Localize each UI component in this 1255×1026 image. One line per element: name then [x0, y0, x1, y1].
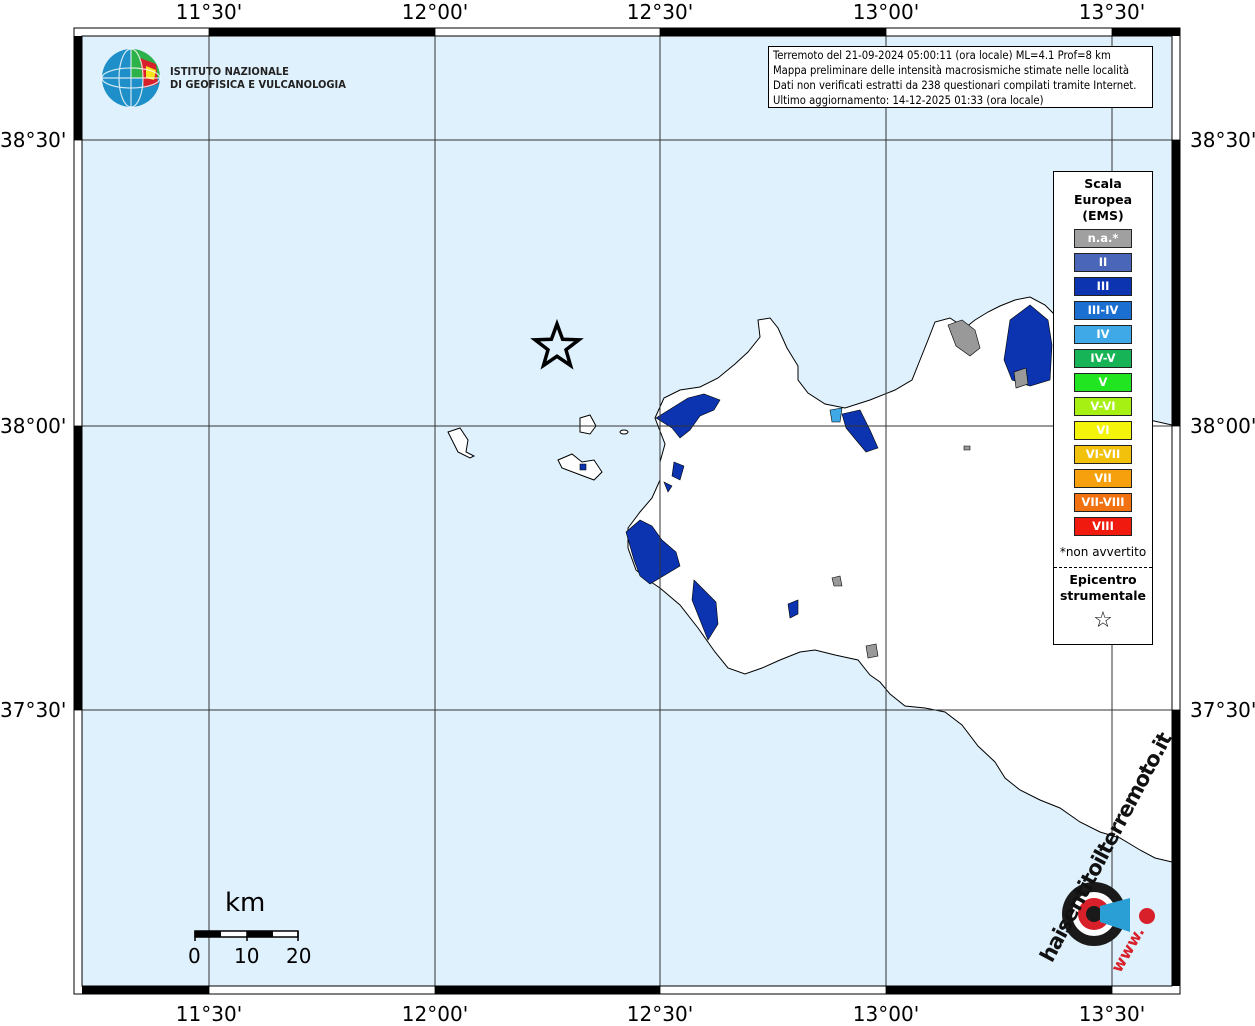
- legend-swatch-n-a: n.a.*: [1074, 229, 1132, 248]
- scale-unit: km: [225, 888, 266, 918]
- scale-label-10: 10: [234, 944, 260, 968]
- lat-tick-right-3: 37°30': [1190, 698, 1255, 722]
- legend-divider: [1054, 567, 1152, 568]
- legend-star-icon: ☆: [1093, 608, 1113, 633]
- legend-title-line-2: Europea: [1073, 192, 1133, 207]
- lat-tick-right-1: 38°30': [1190, 128, 1255, 152]
- legend-swatch-vii-viii: VII-VIII: [1074, 493, 1132, 512]
- lat-tick-left-3: 37°30': [0, 698, 67, 722]
- islet: [619, 429, 629, 435]
- legend-swatch-v: V: [1074, 373, 1132, 392]
- lon-tick-top-4: 13°00': [852, 0, 920, 24]
- legend-swatch-vi: VI: [1074, 421, 1132, 440]
- ems-legend: Scala Europea (EMS) n.a.* II III III-IV IV IV…: [1053, 171, 1153, 645]
- lon-tick-top-5: 13°30': [1078, 0, 1146, 24]
- event-info-box: Terremoto del 21-09-2024 05:00:11 (ora l…: [768, 46, 1153, 108]
- ingv-logo-text: ISTITUTO NAZIONALE DI GEOFISICA E VULCAN…: [170, 65, 346, 91]
- epicenter-label: Epicentro strumentale: [1054, 572, 1152, 604]
- lon-tick-bottom-5: 13°30': [1078, 1002, 1146, 1026]
- legend-swatch-v-vi: V-VI: [1074, 397, 1132, 416]
- event-info-line-1: Terremoto del 21-09-2024 05:00:11 (ora l…: [773, 49, 1111, 62]
- lon-tick-bottom-1: 11°30': [175, 1002, 243, 1026]
- legend-swatch-viii: VIII: [1074, 517, 1132, 536]
- ingv-logo-line-2: DI GEOFISICA E VULCANOLOGIA: [170, 78, 346, 91]
- scale-label-20: 20: [286, 944, 312, 968]
- lon-tick-top-2: 12°00': [401, 0, 469, 24]
- lat-tick-right-2: 38°00': [1190, 414, 1255, 438]
- legend-swatch-ii: II: [1074, 253, 1132, 272]
- lat-tick-left-2: 38°00': [0, 414, 67, 438]
- lon-tick-bottom-2: 12°00': [401, 1002, 469, 1026]
- legend-swatch-iii-iv: III-IV: [1074, 301, 1132, 320]
- ingv-logo-icon: [101, 48, 161, 108]
- event-info-line-4: Ultimo aggiornamento: 14-12-2025 01:33 (…: [773, 94, 1044, 107]
- legend-title-line-3: (EMS): [1082, 208, 1124, 223]
- lat-tick-left-1: 38°30': [0, 128, 67, 152]
- event-info-line-3: Dati non verificati estratti da 238 ques…: [773, 79, 1137, 92]
- legend-swatch-vii: VII: [1074, 469, 1132, 488]
- lon-tick-bottom-3: 12°30': [626, 1002, 694, 1026]
- lon-tick-top-3: 12°30': [626, 0, 694, 24]
- legend-swatch-iv: IV: [1074, 325, 1132, 344]
- legend-title-line-1: Scala: [1084, 176, 1122, 191]
- epicenter-label-line-2: strumentale: [1059, 588, 1147, 603]
- lon-tick-top-1: 11°30': [175, 0, 243, 24]
- legend-swatch-iv-v: IV-V: [1074, 349, 1132, 368]
- legend-swatch-iii: III: [1074, 277, 1132, 296]
- legend-title: Scala Europea (EMS): [1054, 176, 1152, 224]
- scale-label-0: 0: [188, 944, 201, 968]
- event-info-line-2: Mappa preliminare delle intensità macros…: [773, 64, 1130, 77]
- legend-footnote: *non avvertito: [1059, 545, 1147, 559]
- ingv-logo-line-1: ISTITUTO NAZIONALE: [170, 65, 289, 78]
- legend-swatch-vi-vii: VI-VII: [1074, 445, 1132, 464]
- lon-tick-bottom-4: 13°00': [852, 1002, 920, 1026]
- intensity-iv-area: [829, 407, 843, 423]
- epicenter-label-line-1: Epicentro: [1069, 572, 1137, 587]
